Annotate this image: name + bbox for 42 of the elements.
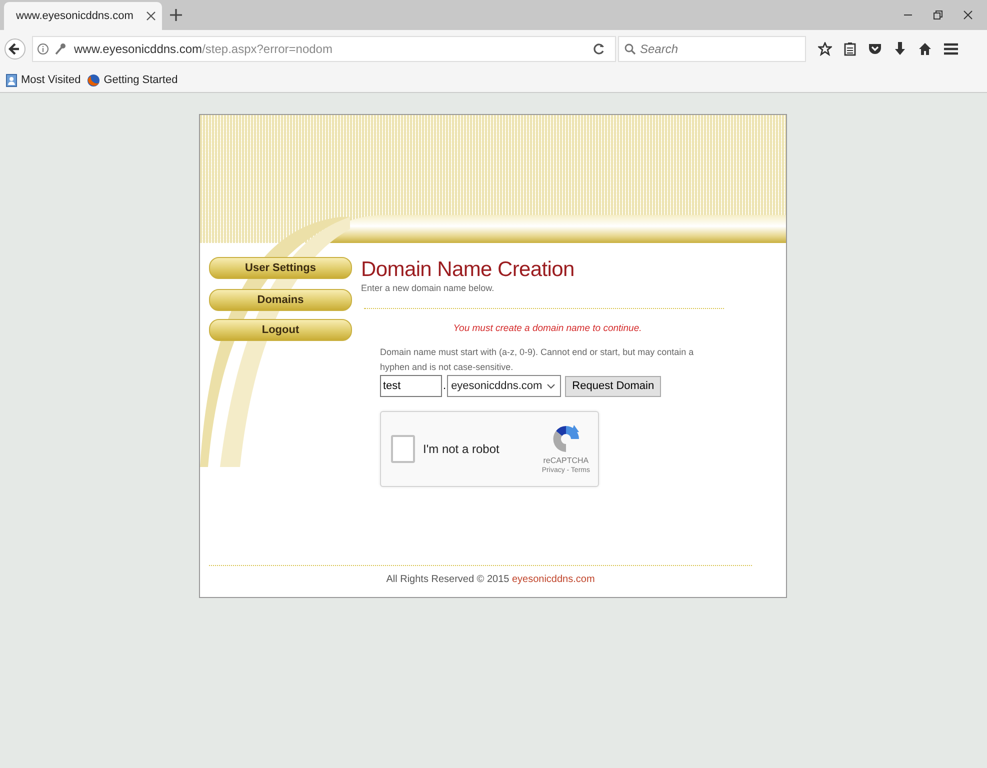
bookmark-star-icon[interactable] — [818, 42, 832, 56]
search-field[interactable]: Search — [618, 36, 806, 62]
recaptcha-logo-icon — [552, 424, 580, 454]
bookmark-item[interactable]: Getting Started — [86, 74, 178, 86]
restore-icon[interactable] — [933, 10, 943, 20]
domain-input[interactable]: test — [380, 375, 442, 397]
address-field[interactable]: www.eyesonicddns.com/step.aspx?error=nodom — [32, 36, 616, 62]
reload-icon[interactable] — [593, 43, 605, 55]
dot-separator: . — [443, 380, 446, 392]
sidebar-button[interactable]: Logout — [209, 319, 352, 341]
captcha-label: I'm not a robot — [423, 442, 500, 456]
sidebar-button[interactable]: User Settings — [209, 257, 352, 279]
search-icon — [624, 43, 636, 55]
page-title: Domain Name Creation — [361, 257, 576, 283]
globe-icon — [86, 74, 100, 86]
domain-select[interactable]: eyesonicddns.com — [447, 375, 562, 397]
close-icon[interactable] — [146, 11, 156, 21]
home-icon[interactable] — [918, 42, 932, 56]
help-text: Domain name must start with (a-z, 0-9). Cannot end or start, but may contain a hyphen and is not case-sensitive. — [380, 346, 695, 374]
clipboard-icon[interactable] — [844, 42, 856, 56]
request-domain-button[interactable]: Request Domain — [565, 376, 662, 396]
url-text: www.eyesonicddns.com/step.aspx?error=nodom — [74, 42, 332, 56]
download-icon[interactable] — [894, 42, 906, 56]
close-window-icon[interactable] — [963, 10, 973, 20]
key-icon — [54, 43, 66, 55]
error-message: You must create a domain name to continue. — [452, 323, 643, 334]
info-icon — [37, 43, 49, 55]
sidebar-button[interactable]: Domains — [209, 289, 352, 311]
browser-tab[interactable]: www.eyesonicddns.com — [4, 2, 162, 30]
back-icon[interactable] — [4, 38, 26, 60]
chevron-icon — [547, 384, 556, 388]
bookmark-folder-icon — [6, 74, 17, 86]
new-tab-icon[interactable] — [170, 9, 182, 21]
recaptcha-brand: reCAPTCHA — [543, 456, 589, 465]
site-link[interactable]: eyesonicddns.com — [512, 574, 595, 585]
page-subtitle: Enter a new domain name below. — [361, 283, 496, 293]
menu-icon[interactable] — [944, 43, 958, 55]
shield-icon[interactable] — [868, 42, 882, 56]
captcha-checkbox[interactable] — [391, 435, 415, 463]
copyright-text: All Rights Reserved © 2015 eyesonicddns.com — [385, 574, 596, 585]
bookmark-item[interactable]: Most Visited — [6, 74, 81, 86]
tab-title: www.eyesonicddns.com — [16, 10, 134, 22]
